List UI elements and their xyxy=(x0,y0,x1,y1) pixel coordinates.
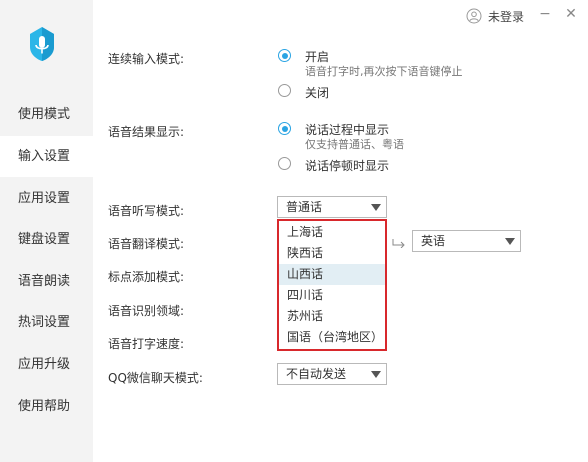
chevron-down-icon xyxy=(505,238,515,245)
display-while-speaking-hint: 仅支持普通话、粤语 xyxy=(305,138,404,151)
translation-mode-label: 语音翻译模式: xyxy=(108,237,185,251)
qq-wechat-mode-select[interactable]: 不自动发送 xyxy=(277,363,387,385)
punctuation-mode-label: 标点添加模式: xyxy=(108,270,185,284)
user-icon xyxy=(466,8,482,24)
login-status-label: 未登录 xyxy=(488,9,525,24)
continuous-input-label: 连续输入模式: xyxy=(108,52,185,66)
dropdown-item-taiwan-mandarin[interactable]: 国语（台湾地区） xyxy=(279,327,385,348)
dictation-mode-label: 语音听写模式: xyxy=(108,204,185,218)
sidebar-item-hotword-settings[interactable]: 热词设置 xyxy=(0,302,93,343)
qq-wechat-mode-value: 不自动发送 xyxy=(286,367,347,381)
display-while-speaking-radio[interactable] xyxy=(278,122,291,135)
chevron-down-icon xyxy=(371,204,381,211)
dropdown-item-shanghai[interactable]: 上海话 xyxy=(279,222,385,243)
dropdown-item-sichuan[interactable]: 四川话 xyxy=(279,285,385,306)
login-status[interactable]: 未登录 xyxy=(466,7,524,25)
close-button[interactable]: ✕ xyxy=(563,6,579,22)
translation-target-value: 英语 xyxy=(421,234,446,248)
sidebar-item-usage-mode[interactable]: 使用模式 xyxy=(0,94,93,135)
dropdown-item-shanxi[interactable]: 山西话 xyxy=(279,264,385,285)
arrow-right-icon xyxy=(392,239,405,248)
display-on-pause-radio[interactable] xyxy=(278,157,291,170)
display-on-pause-text: 说话停顿时显示 xyxy=(305,159,390,173)
sidebar-item-app-settings[interactable]: 应用设置 xyxy=(0,178,93,219)
dropdown-item-shaanxi[interactable]: 陕西话 xyxy=(279,243,385,264)
chevron-down-icon xyxy=(371,371,381,378)
recognition-domain-label: 语音识别领域: xyxy=(108,304,185,318)
typing-speed-label: 语音打字速度: xyxy=(108,337,185,351)
continuous-off-radio[interactable] xyxy=(278,84,291,97)
dictation-mode-value: 普通话 xyxy=(286,200,323,214)
sidebar-item-app-upgrade[interactable]: 应用升级 xyxy=(0,344,93,385)
dropdown-item-suzhou[interactable]: 苏州话 xyxy=(279,306,385,327)
translation-target-select[interactable]: 英语 xyxy=(412,230,521,252)
minimize-button[interactable]: − xyxy=(537,6,553,22)
dialect-dropdown-list: 上海话 陕西话 山西话 四川话 苏州话 国语（台湾地区） xyxy=(277,219,387,351)
dictation-mode-select[interactable]: 普通话 xyxy=(277,196,387,218)
sidebar-item-keyboard-settings[interactable]: 键盘设置 xyxy=(0,219,93,260)
continuous-on-radio[interactable] xyxy=(278,49,291,62)
continuous-off-text: 关闭 xyxy=(305,86,330,100)
sidebar: 使用模式 输入设置 应用设置 键盘设置 语音朗读 热词设置 应用升级 使用帮助 xyxy=(0,0,93,462)
continuous-on-hint: 语音打字时,再次按下语音键停止 xyxy=(305,65,463,78)
result-display-label: 语音结果显示: xyxy=(108,125,185,139)
sidebar-item-voice-reading[interactable]: 语音朗读 xyxy=(0,261,93,302)
sidebar-item-help[interactable]: 使用帮助 xyxy=(0,386,93,427)
sidebar-item-input-settings[interactable]: 输入设置 xyxy=(0,136,93,177)
qq-wechat-mode-label: QQ微信聊天模式: xyxy=(108,371,203,385)
app-logo-icon xyxy=(30,27,54,61)
